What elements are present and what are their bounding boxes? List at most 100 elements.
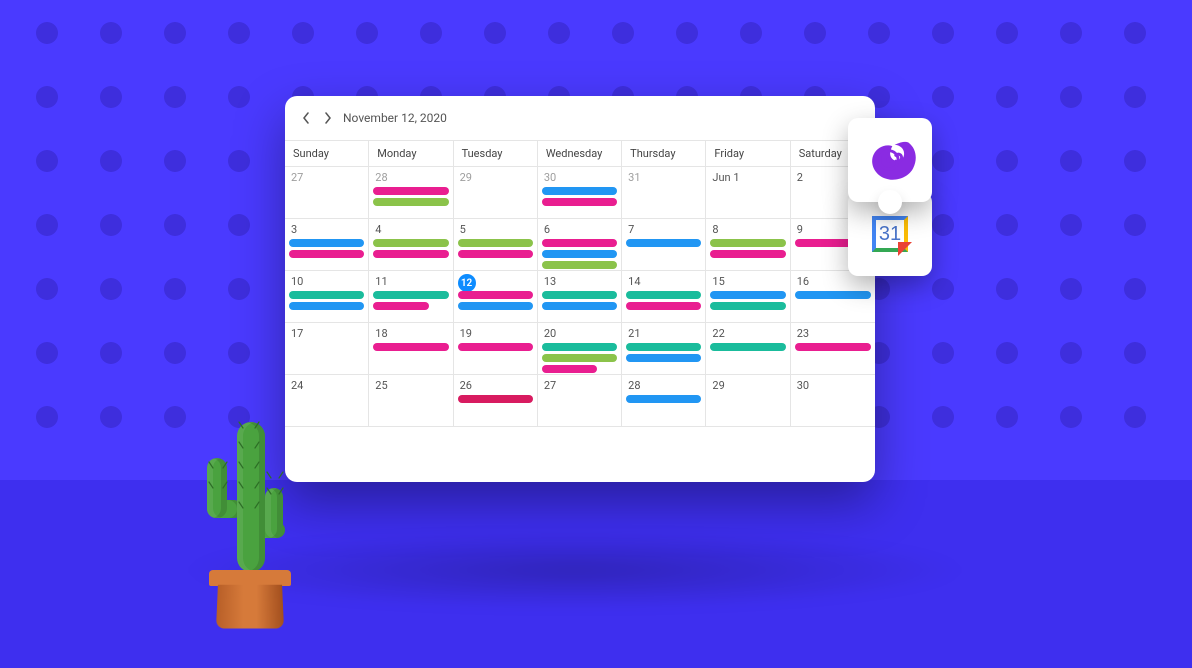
day-cell[interactable]: 15 [706,271,790,323]
day-cell[interactable]: 26 [454,375,538,427]
event-bar[interactable] [795,291,871,299]
event-bar[interactable] [373,198,448,206]
blazor-badge [848,118,932,202]
day-cell[interactable]: 28 [622,375,706,427]
day-number: 7 [628,223,634,236]
event-bar[interactable] [710,291,785,299]
day-cell[interactable]: 27 [538,375,622,427]
calendar-panel: November 12, 2020 SundayMondayTuesdayWed… [285,96,875,482]
event-bar[interactable] [626,302,701,310]
event-bar[interactable] [542,343,617,351]
event-bar[interactable] [458,302,533,310]
day-number: 28 [628,379,640,392]
event-bar[interactable] [710,239,785,247]
day-cell[interactable]: 14 [622,271,706,323]
day-number: 21 [628,327,640,340]
day-cell[interactable]: 4 [369,219,453,271]
google-calendar-icon: 31 [862,206,918,262]
day-number: 14 [628,275,640,288]
day-cell[interactable]: 27 [285,167,369,219]
prev-button[interactable] [299,111,313,125]
day-number: 29 [460,171,472,184]
event-bar[interactable] [458,250,533,258]
day-cell[interactable]: 23 [791,323,875,375]
calendar-title: November 12, 2020 [343,111,447,125]
day-cell[interactable]: 20 [538,323,622,375]
event-bar[interactable] [542,198,617,206]
next-button[interactable] [321,111,335,125]
event-bar[interactable] [626,343,701,351]
day-cell[interactable]: 29 [454,167,538,219]
event-bar[interactable] [373,187,448,195]
day-cell[interactable]: 13 [538,271,622,323]
day-number: 3 [291,223,297,236]
event-bar[interactable] [626,239,701,247]
day-number: 2 [797,171,803,184]
day-cell[interactable]: 12 [454,271,538,323]
day-cell[interactable]: 3 [285,219,369,271]
day-number: 31 [628,171,640,184]
day-cell[interactable]: 30 [791,375,875,427]
cactus-pot [213,570,287,628]
day-header: Monday [369,141,453,167]
event-bar[interactable] [626,354,701,362]
day-number: 16 [797,275,809,288]
day-number: 5 [460,223,466,236]
event-bar[interactable] [373,302,428,310]
day-cell[interactable]: 10 [285,271,369,323]
day-cell[interactable]: 30 [538,167,622,219]
day-cell[interactable]: 28 [369,167,453,219]
day-cell[interactable]: Jun 1 [706,167,790,219]
event-bar[interactable] [542,291,617,299]
event-bar[interactable] [458,291,533,299]
day-cell[interactable]: 21 [622,323,706,375]
day-cell[interactable]: 19 [454,323,538,375]
event-bar[interactable] [458,395,533,403]
event-bar[interactable] [710,343,785,351]
day-cell[interactable]: 29 [706,375,790,427]
event-bar[interactable] [710,302,785,310]
event-bar[interactable] [542,239,617,247]
day-cell[interactable]: 11 [369,271,453,323]
day-number: 6 [544,223,550,236]
event-bar[interactable] [458,239,533,247]
event-bar[interactable] [289,302,364,310]
event-bar[interactable] [795,343,871,351]
event-bar[interactable] [542,261,617,269]
day-number: 18 [375,327,387,340]
blazor-icon [861,131,919,189]
day-cell[interactable]: 18 [369,323,453,375]
day-number: 26 [460,379,472,392]
day-number: 17 [291,327,303,340]
event-bar[interactable] [289,250,364,258]
event-bar[interactable] [626,395,701,403]
day-cell[interactable]: 25 [369,375,453,427]
day-number: 27 [291,171,303,184]
event-bar[interactable] [458,343,533,351]
day-cell[interactable]: 22 [706,323,790,375]
day-cell[interactable]: 5 [454,219,538,271]
day-cell[interactable]: 16 [791,271,875,323]
day-header: Thursday [622,141,706,167]
day-number: 19 [460,327,472,340]
event-bar[interactable] [373,250,448,258]
event-bar[interactable] [373,291,448,299]
event-bar[interactable] [289,291,364,299]
event-bar[interactable] [373,239,448,247]
day-number: 22 [712,327,724,340]
event-bar[interactable] [542,365,598,373]
calendar-grid: SundayMondayTuesdayWednesdayThursdayFrid… [285,140,875,427]
event-bar[interactable] [710,250,785,258]
event-bar[interactable] [542,302,617,310]
event-bar[interactable] [542,250,617,258]
event-bar[interactable] [542,354,617,362]
event-bar[interactable] [626,291,701,299]
event-bar[interactable] [289,239,364,247]
event-bar[interactable] [373,343,448,351]
day-cell[interactable]: 7 [622,219,706,271]
day-cell[interactable]: 6 [538,219,622,271]
day-cell[interactable]: 8 [706,219,790,271]
day-cell[interactable]: 31 [622,167,706,219]
calendar-toolbar: November 12, 2020 [285,96,875,140]
event-bar[interactable] [542,187,617,195]
